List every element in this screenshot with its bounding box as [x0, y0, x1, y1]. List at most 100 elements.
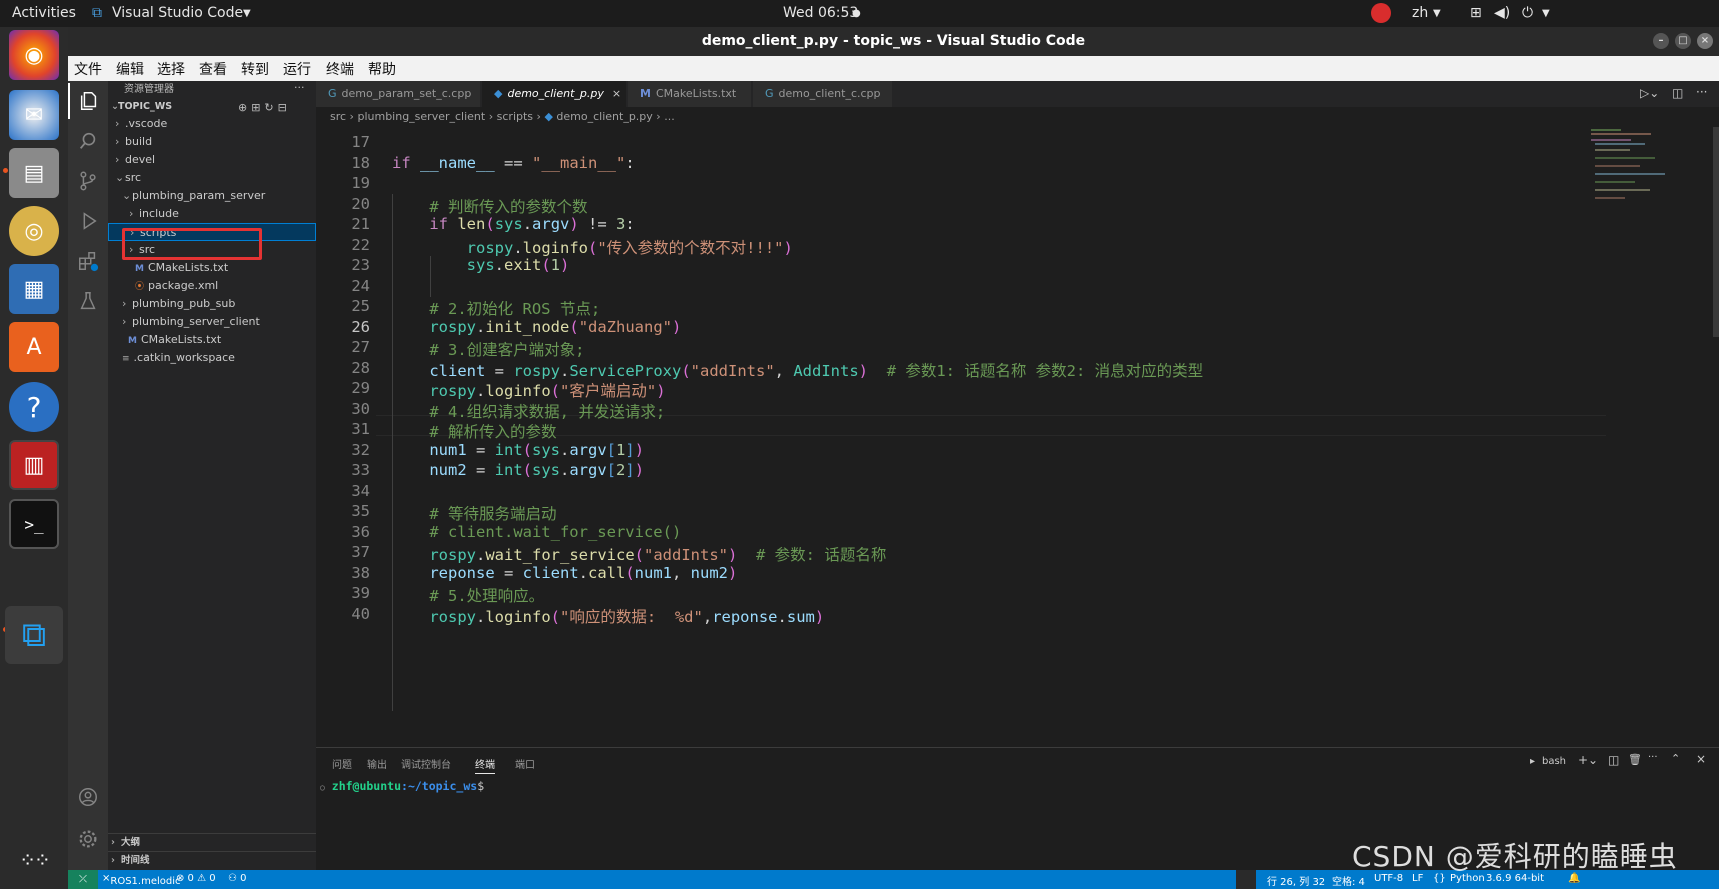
chevron-down-icon: ⌄: [115, 171, 125, 184]
tree-item-plumbing-server-client[interactable]: › plumbing_server_client: [108, 313, 316, 331]
writer-icon[interactable]: ▦: [9, 264, 59, 314]
terminal-shell-name[interactable]: bash: [1542, 756, 1566, 767]
tree-item-devel[interactable]: › devel: [108, 151, 316, 169]
explorer-icon[interactable]: [68, 83, 108, 119]
tab-demo-client-c[interactable]: Gdemo_client_c.cpp: [753, 81, 893, 107]
new-terminal-icon[interactable]: +⌄: [1578, 753, 1598, 767]
thunderbird-icon[interactable]: ✉: [9, 90, 59, 140]
run-debug-icon[interactable]: [68, 203, 108, 239]
zoom-icon[interactable]: [1236, 870, 1256, 889]
outline-section[interactable]: › 大纲: [108, 833, 316, 851]
breadcrumb-scripts[interactable]: scripts: [497, 110, 533, 123]
panel-tab-ports[interactable]: 端口: [515, 756, 535, 771]
terminal-icon[interactable]: >_: [9, 499, 59, 549]
split-editor-icon[interactable]: ◫: [1672, 86, 1683, 100]
input-language[interactable]: zh: [1412, 5, 1428, 21]
close-icon[interactable]: ×: [1697, 33, 1713, 49]
status-ros-version[interactable]: ⨯ ROS1.melodic: [102, 873, 181, 887]
breadcrumb-package[interactable]: plumbing_server_client: [357, 110, 485, 123]
chevron-down-icon[interactable]: ▼: [1542, 8, 1550, 19]
tree-item-package-xml[interactable]: ⦿ package.xml: [108, 277, 316, 295]
power-icon[interactable]: ⏻: [1522, 5, 1533, 21]
more-actions-icon[interactable]: ···: [1648, 752, 1658, 763]
tree-item-vscode[interactable]: › .vscode: [108, 115, 316, 133]
tree-item-build[interactable]: › build: [108, 133, 316, 151]
menu-edit[interactable]: 编辑: [116, 59, 144, 79]
menu-view[interactable]: 查看: [199, 59, 227, 79]
line-number: 31: [351, 420, 370, 438]
menu-file[interactable]: 文件: [74, 59, 102, 79]
help-icon[interactable]: ?: [9, 382, 59, 432]
close-tab-icon[interactable]: ×: [612, 87, 621, 100]
activities-button[interactable]: Activities: [12, 5, 76, 21]
manage-gear-icon[interactable]: [68, 821, 108, 857]
panel-tab-problems[interactable]: 问题: [332, 756, 352, 771]
network-icon[interactable]: ⊞: [1470, 5, 1482, 21]
clock[interactable]: Wed 06:53: [783, 5, 858, 21]
tree-item-catkin-workspace[interactable]: ≡ .catkin_workspace: [108, 349, 316, 367]
system-monitor-icon[interactable]: ▥: [9, 440, 59, 490]
extensions-icon[interactable]: [68, 243, 108, 279]
code-line-40: rospy.loginfo("响应的数据: %d",reponse.sum): [429, 608, 825, 626]
firefox-icon[interactable]: ◉: [9, 30, 59, 80]
dnd-icon[interactable]: [1371, 3, 1391, 23]
code-editor[interactable]: 17 18 19 20 21 22 23 24 25 26 27 28 29 3…: [316, 127, 1606, 747]
terminal-output[interactable]: ○ zhf@ubuntu:~/topic_ws$: [320, 779, 484, 793]
rhythmbox-icon[interactable]: ◎: [9, 206, 59, 256]
tab-cmakelists[interactable]: M CMakeLists.txt: [628, 81, 752, 107]
breadcrumb-file[interactable]: demo_client_p.py: [556, 110, 652, 123]
menu-selection[interactable]: 选择: [157, 59, 185, 79]
status-problems[interactable]: ⊗ 0 ⚠ 0: [176, 873, 216, 884]
volume-icon[interactable]: ◀): [1494, 5, 1510, 21]
tree-item-include[interactable]: › include: [108, 205, 316, 223]
timeline-section[interactable]: › 时间线: [108, 851, 316, 869]
tab-demo-param-set-c[interactable]: Gdemo_param_set_c.cpp: [316, 81, 481, 107]
tree-item-root-cmakelists[interactable]: M CMakeLists.txt: [108, 331, 316, 349]
close-panel-icon[interactable]: ×: [1696, 752, 1706, 766]
line-number: 36: [351, 523, 370, 541]
editor-scrollbar[interactable]: [1713, 127, 1719, 337]
editor-tabs: Gdemo_param_set_c.cpp ◆ demo_client_p.py ×…: [316, 81, 1719, 107]
code-line-23: sys.exit(1): [466, 256, 570, 274]
search-icon[interactable]: [68, 123, 108, 159]
explorer-toolbar-icons[interactable]: ⊕⊞↻⊟: [238, 101, 291, 114]
tree-item-src[interactable]: ⌄src: [108, 169, 316, 187]
trash-icon[interactable]: 🗑: [1628, 753, 1642, 766]
tree-item-plumbing-pub-sub[interactable]: › plumbing_pub_sub: [108, 295, 316, 313]
more-actions-icon[interactable]: ···: [1696, 85, 1707, 99]
maximize-panel-icon[interactable]: ⌃: [1671, 752, 1680, 765]
tree-item-plumbing-param-server[interactable]: ⌄plumbing_param_server: [108, 187, 316, 205]
panel-tab-output[interactable]: 输出: [367, 756, 387, 771]
testing-icon[interactable]: [68, 283, 108, 319]
maximize-icon[interactable]: □: [1675, 33, 1691, 49]
menu-terminal[interactable]: 终端: [326, 59, 354, 79]
menu-go[interactable]: 转到: [241, 59, 269, 79]
menu-help[interactable]: 帮助: [368, 59, 396, 79]
files-icon[interactable]: ▤: [9, 148, 59, 198]
run-file-icon[interactable]: ▷⌄: [1640, 86, 1659, 100]
app-grid-icon[interactable]: ⁘⁘: [9, 835, 59, 885]
menu-run[interactable]: 运行: [283, 59, 311, 79]
minimize-icon[interactable]: –: [1653, 33, 1669, 49]
breadcrumb-src[interactable]: src: [330, 110, 346, 123]
more-actions-icon[interactable]: ···: [294, 81, 305, 94]
vscode-dock-icon[interactable]: ⧉: [5, 606, 63, 664]
status-ports[interactable]: ⚇ 0: [228, 873, 247, 884]
panel-tab-debug-console[interactable]: 调试控制台: [401, 756, 451, 771]
line-number: 19: [351, 174, 370, 192]
app-menu[interactable]: Visual Studio Code: [112, 5, 243, 21]
accounts-icon[interactable]: [68, 779, 108, 815]
panel-tab-terminal[interactable]: 终端: [475, 756, 495, 774]
software-icon[interactable]: A: [9, 322, 59, 372]
remote-icon[interactable]: ⤫: [68, 870, 98, 889]
tree-item-cmakelists[interactable]: M CMakeLists.txt: [108, 259, 316, 277]
status-indentation[interactable]: 空格: 4: [1332, 873, 1365, 888]
breadcrumb-symbol[interactable]: ...: [664, 110, 675, 123]
split-terminal-icon[interactable]: ◫: [1608, 753, 1619, 767]
tab-demo-client-p[interactable]: ◆ demo_client_p.py ×: [482, 81, 627, 107]
status-cursor-position[interactable]: 行 26, 列 32: [1267, 873, 1325, 888]
source-control-icon[interactable]: [68, 163, 108, 199]
chevron-down-icon[interactable]: ▼: [1433, 8, 1441, 19]
minimap[interactable]: [1591, 127, 1701, 217]
chevron-down-icon[interactable]: ▼: [243, 8, 251, 19]
